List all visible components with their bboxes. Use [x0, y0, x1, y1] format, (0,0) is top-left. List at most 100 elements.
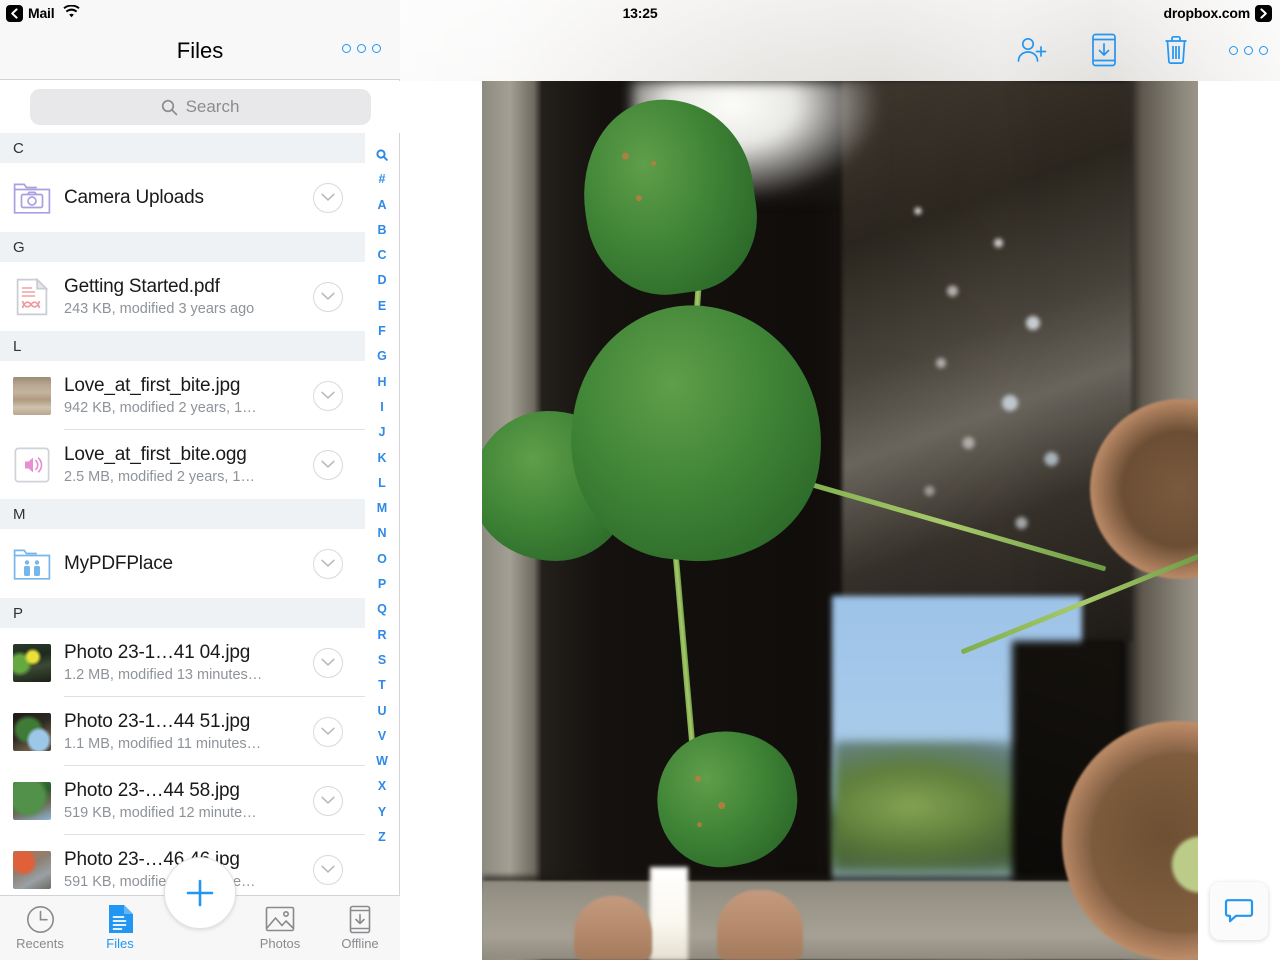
photo-foot-left — [574, 896, 652, 960]
tab-label: Photos — [259, 936, 301, 951]
page-title: Files — [176, 38, 224, 63]
alpha-index-letter[interactable]: J — [379, 420, 386, 445]
alpha-index-letter[interactable]: B — [377, 218, 386, 243]
alpha-index-letter[interactable]: V — [378, 724, 386, 749]
alpha-index-letter[interactable]: Y — [378, 800, 386, 825]
chevron-down-icon — [321, 658, 335, 666]
photo-preview[interactable] — [482, 81, 1198, 960]
file-row[interactable]: Photo 23-1…44 51.jpg 1.1 MB, modified 11 … — [0, 697, 365, 766]
file-row-text: MyPDFPlace — [64, 553, 313, 575]
more-button[interactable] — [1228, 30, 1268, 70]
file-thumbnail — [13, 712, 51, 751]
delete-button[interactable] — [1156, 30, 1196, 70]
alpha-index-letter[interactable]: W — [376, 749, 388, 774]
file-row[interactable]: Love_at_first_bite.jpg 942 KB, modified 2… — [0, 361, 365, 430]
alpha-index-letter[interactable]: H — [377, 370, 386, 395]
search-input[interactable]: Search — [29, 89, 371, 125]
file-row-text: Photo 23-…44 58.jpg 519 KB, modified 12 m… — [64, 780, 313, 821]
section-header: L — [0, 331, 365, 361]
alpha-index-letter[interactable]: Q — [377, 597, 387, 622]
row-actions-button[interactable] — [313, 281, 343, 312]
tab-label: Recents — [16, 936, 64, 951]
alpha-index-letter[interactable]: Z — [378, 825, 386, 850]
alpha-index-letter[interactable]: P — [378, 572, 386, 597]
alpha-index-letter[interactable]: X — [378, 774, 386, 799]
tab-recents[interactable]: Recents — [0, 896, 80, 951]
alpha-index-letter[interactable]: # — [379, 167, 386, 192]
alpha-index-search-icon[interactable] — [376, 142, 388, 167]
file-name: Photo 23-1…41 04.jpg — [64, 642, 251, 663]
file-meta: 2.5 MB, modified 2 years, 1… — [64, 469, 255, 485]
file-row[interactable]: Photo 23-…44 58.jpg 519 KB, modified 12 m… — [0, 766, 365, 835]
row-actions-button[interactable] — [313, 647, 343, 678]
alpha-index-letter[interactable]: I — [380, 395, 383, 420]
file-list[interactable]: C Camera Uploads G Getting Started.pdf 243… — [0, 133, 365, 895]
pdf-file-icon — [16, 277, 48, 315]
alpha-index-letter[interactable]: G — [377, 344, 387, 369]
pdf-file-icon — [13, 277, 51, 316]
back-to-app-button[interactable] — [6, 4, 23, 22]
file-row[interactable]: Love_at_first_bite.ogg 2.5 MB, modified 2… — [0, 430, 365, 499]
tab-photos[interactable]: Photos — [240, 896, 320, 951]
file-name: MyPDFPlace — [64, 552, 173, 574]
folder-row[interactable]: MyPDFPlace — [0, 529, 365, 598]
row-actions-button[interactable] — [313, 449, 343, 480]
alpha-index-letter[interactable]: E — [378, 294, 386, 319]
sidebar-more-button[interactable] — [342, 44, 381, 53]
file-row[interactable]: Getting Started.pdf 243 KB, modified 3 ye… — [0, 262, 365, 331]
alpha-index-letter[interactable]: T — [378, 673, 386, 698]
row-actions-button[interactable] — [313, 854, 343, 885]
alpha-index[interactable]: # A B C D E F G H I J K L M N O P Q R S T U V W X Y Z — [365, 133, 399, 895]
alpha-index-letter[interactable]: C — [377, 243, 386, 268]
file-meta: 1.1 MB, modified 11 minutes… — [64, 736, 262, 752]
save-to-device-button[interactable] — [1084, 30, 1124, 70]
shared-folder-icon — [13, 549, 51, 580]
file-meta: 942 KB, modified 2 years, 1… — [64, 400, 257, 416]
row-actions-button[interactable] — [313, 380, 343, 411]
shared-folder-icon — [13, 545, 51, 583]
offline-download-icon — [320, 904, 400, 934]
alpha-index-letter[interactable]: L — [378, 471, 386, 496]
alpha-index-letter[interactable]: K — [377, 446, 386, 471]
alpha-index-letter[interactable]: N — [377, 521, 386, 546]
file-name: Photo 23-…44 58.jpg — [64, 780, 240, 801]
tab-offline[interactable]: Offline — [320, 896, 400, 951]
create-new-button[interactable] — [164, 857, 236, 929]
chat-bubble-button[interactable] — [1210, 882, 1268, 940]
alpha-index-letter[interactable]: U — [377, 699, 386, 724]
file-thumbnail — [13, 850, 51, 889]
row-actions-button[interactable] — [313, 716, 343, 747]
photo-icon — [240, 904, 320, 934]
file-row-text: Getting Started.pdf 243 KB, modified 3 ye… — [64, 276, 313, 317]
share-add-person-button[interactable] — [1012, 30, 1052, 70]
more-dot — [372, 44, 381, 53]
alpha-index-letter[interactable]: F — [378, 319, 386, 344]
chevron-down-icon — [321, 460, 335, 468]
file-row[interactable]: Photo 23-1…41 04.jpg 1.2 MB, modified 13 … — [0, 628, 365, 697]
alpha-index-letter[interactable]: A — [377, 193, 386, 218]
chevron-down-icon — [321, 796, 335, 804]
file-thumbnail — [13, 643, 51, 682]
row-actions-button[interactable] — [313, 548, 343, 579]
tab-files[interactable]: Files — [80, 896, 160, 951]
file-name: Love_at_first_bite.ogg — [64, 444, 247, 465]
alpha-index-letter[interactable]: M — [377, 496, 387, 521]
section-header: G — [0, 232, 365, 262]
back-app-label: Mail — [28, 5, 55, 21]
row-actions-button[interactable] — [313, 785, 343, 816]
alpha-index-letter[interactable]: R — [377, 623, 386, 648]
status-bar-clock: 13:25 — [622, 5, 658, 21]
more-dot — [357, 44, 366, 53]
alpha-index-letter[interactable]: O — [377, 547, 387, 572]
file-row-text: Photo 23-1…44 51.jpg 1.1 MB, modified 11 … — [64, 711, 313, 752]
alpha-index-letter[interactable]: D — [377, 268, 386, 293]
app-root: Files Search C Camera Uploads G Getting … — [0, 0, 1280, 960]
file-row-text: Photo 23-1…41 04.jpg 1.2 MB, modified 13 … — [64, 642, 313, 683]
row-actions-button[interactable] — [313, 182, 343, 213]
alpha-index-letter[interactable]: S — [378, 648, 386, 673]
file-meta: 1.2 MB, modified 13 minutes… — [64, 667, 263, 683]
chevron-down-icon — [321, 391, 335, 399]
folder-row[interactable]: Camera Uploads — [0, 163, 365, 232]
return-to-app-button[interactable] — [1255, 4, 1272, 22]
clock-icon — [0, 904, 80, 934]
